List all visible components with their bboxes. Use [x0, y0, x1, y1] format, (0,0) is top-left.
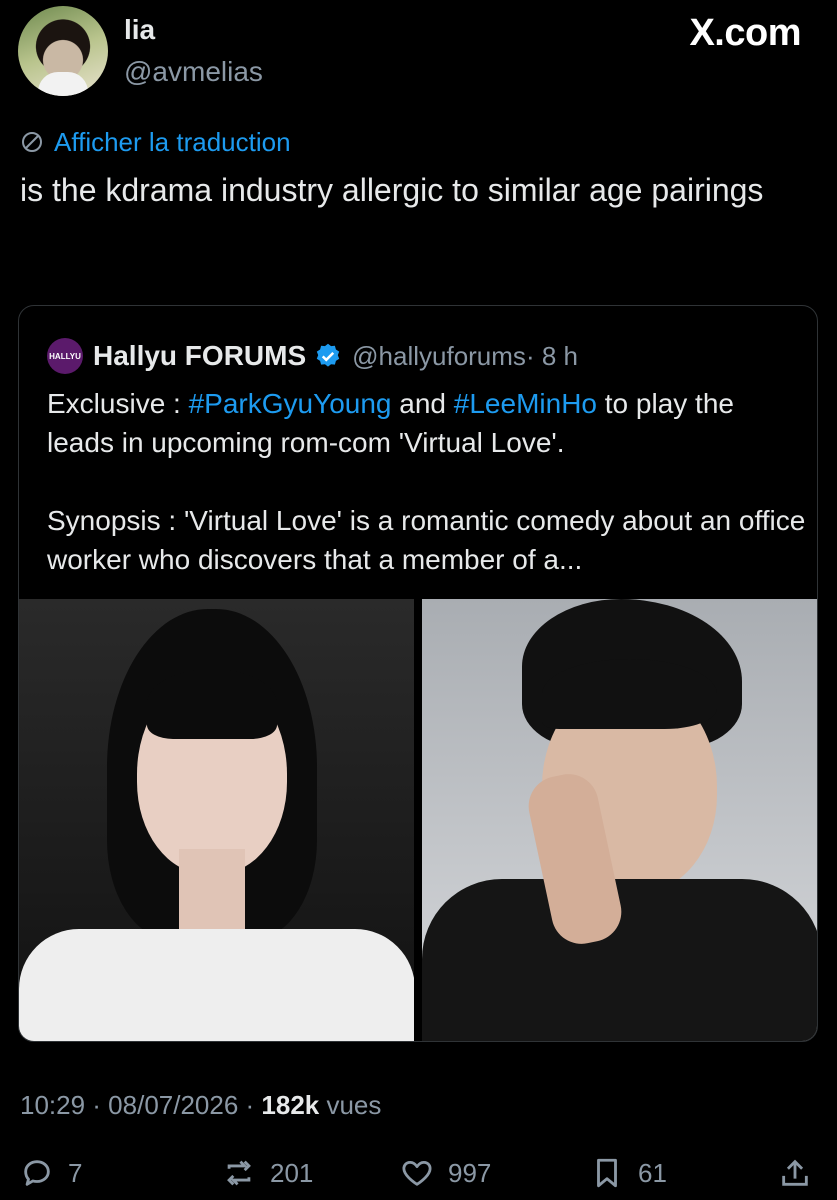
like-count: 997: [448, 1157, 492, 1188]
repost-count: 201: [270, 1157, 314, 1188]
action-bar: 7 201 997 61: [0, 1150, 837, 1196]
quote-display-name[interactable]: Hallyu FORUMS: [93, 340, 306, 372]
photo-man[interactable]: [422, 599, 817, 1041]
translate-label: Afficher la traduction: [54, 126, 291, 157]
globe-icon: [22, 132, 42, 152]
author-display-name[interactable]: lia: [124, 14, 155, 46]
view-label: vues: [319, 1090, 382, 1120]
repost-icon: [227, 1160, 251, 1186]
hashtag-parkgyuyoung[interactable]: #ParkGyuYoung: [189, 388, 392, 419]
quote-handle[interactable]: @hallyuforums: [352, 341, 526, 372]
heart-icon: [402, 1160, 432, 1186]
bookmark-button[interactable]: 61: [590, 1150, 667, 1196]
repost-button[interactable]: 201: [222, 1150, 313, 1196]
quote-text-prefix: Exclusive :: [47, 388, 189, 419]
x-logo: X.com: [689, 12, 801, 54]
photo-woman[interactable]: [19, 599, 414, 1041]
quote-text-and: and: [391, 388, 454, 419]
quote-time: · 8 h: [525, 340, 578, 371]
view-count: 182k: [261, 1090, 320, 1120]
reply-count: 7: [68, 1157, 83, 1188]
bookmark-icon: [597, 1158, 617, 1188]
tweet-timestamp[interactable]: 10:29 · 08/07/2026 ·: [20, 1090, 261, 1120]
hallyu-logo[interactable]: HALLYU: [47, 338, 83, 374]
tweet-header: lia @avmelias X.com: [0, 0, 837, 110]
share-button[interactable]: [778, 1150, 812, 1196]
verified-badge-icon: [316, 343, 340, 367]
reply-icon: [24, 1160, 50, 1186]
author-handle[interactable]: @avmelias: [124, 56, 263, 88]
quote-text: Exclusive : #ParkGyuYoung and #LeeMinHo …: [47, 384, 807, 579]
quote-header: HALLYU Hallyu FORUMS @hallyuforums · 8 h: [47, 336, 578, 376]
translate-link[interactable]: Afficher la traduction: [20, 124, 291, 160]
like-button[interactable]: 997: [400, 1150, 491, 1196]
hashtag-leeminho[interactable]: #LeeMinHo: [454, 388, 597, 419]
avatar[interactable]: [18, 6, 108, 96]
quoted-tweet[interactable]: HALLYU Hallyu FORUMS @hallyuforums · 8 h…: [18, 305, 818, 1042]
share-icon: [782, 1159, 808, 1186]
bookmark-count: 61: [638, 1157, 667, 1188]
quote-media: [19, 599, 817, 1041]
quote-paragraph-1: Exclusive : #ParkGyuYoung and #LeeMinHo …: [47, 384, 807, 462]
tweet-meta: 10:29 · 08/07/2026 · 182k vues: [20, 1090, 381, 1121]
quote-synopsis: Synopsis : 'Virtual Love' is a romantic …: [47, 505, 806, 575]
reply-button[interactable]: 7: [20, 1150, 82, 1196]
tweet-text: is the kdrama industry allergic to simil…: [20, 172, 764, 208]
